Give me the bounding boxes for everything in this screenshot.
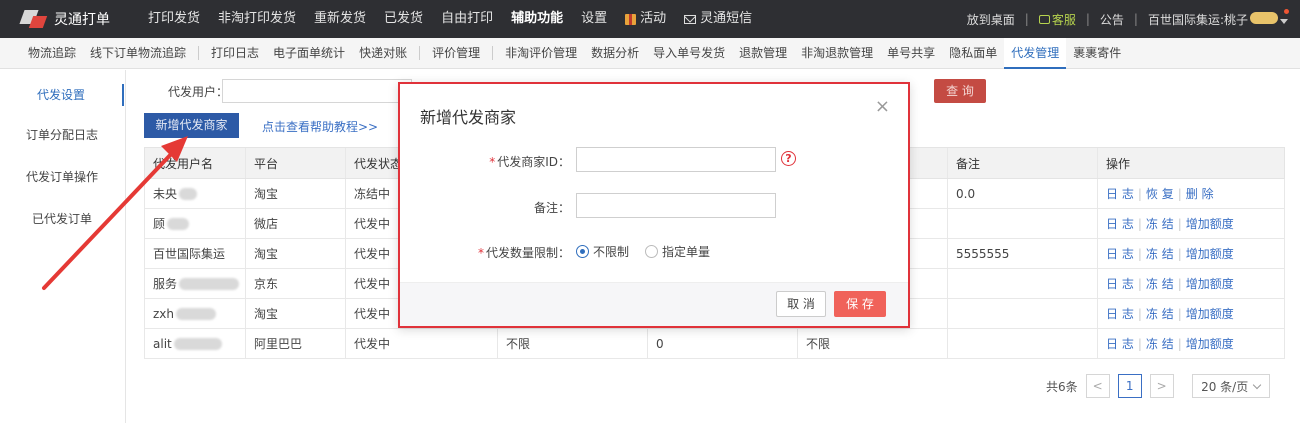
radio-specified[interactable] xyxy=(645,245,659,258)
dialog-title: 新增代发商家 xyxy=(420,108,517,127)
limit-label: * 代发数量限制： xyxy=(477,246,570,260)
radio-unlimited[interactable] xyxy=(576,245,589,258)
merchant-id-label: * 代发商家ID： xyxy=(489,155,570,169)
radio-specified-label[interactable]: 指定单量 xyxy=(662,243,710,260)
save-button[interactable]: 保 存 xyxy=(834,291,886,317)
limit-radio-group: 不限制 指定单量 xyxy=(576,243,710,260)
remark-input[interactable] xyxy=(576,193,776,218)
dialog-footer: 取 消 保 存 xyxy=(400,282,908,326)
remark-label: 备注： xyxy=(533,201,570,215)
close-icon[interactable]: × xyxy=(875,96,890,117)
radio-unlimited-label[interactable]: 不限制 xyxy=(593,243,629,260)
help-icon[interactable]: ? xyxy=(781,151,796,166)
add-merchant-dialog: 新增代发商家 × * 代发商家ID： ? 备注： * 代发数量限制： 不限制 指定单… xyxy=(398,82,910,328)
cancel-button[interactable]: 取 消 xyxy=(776,291,826,317)
merchant-id-input[interactable] xyxy=(576,147,776,172)
